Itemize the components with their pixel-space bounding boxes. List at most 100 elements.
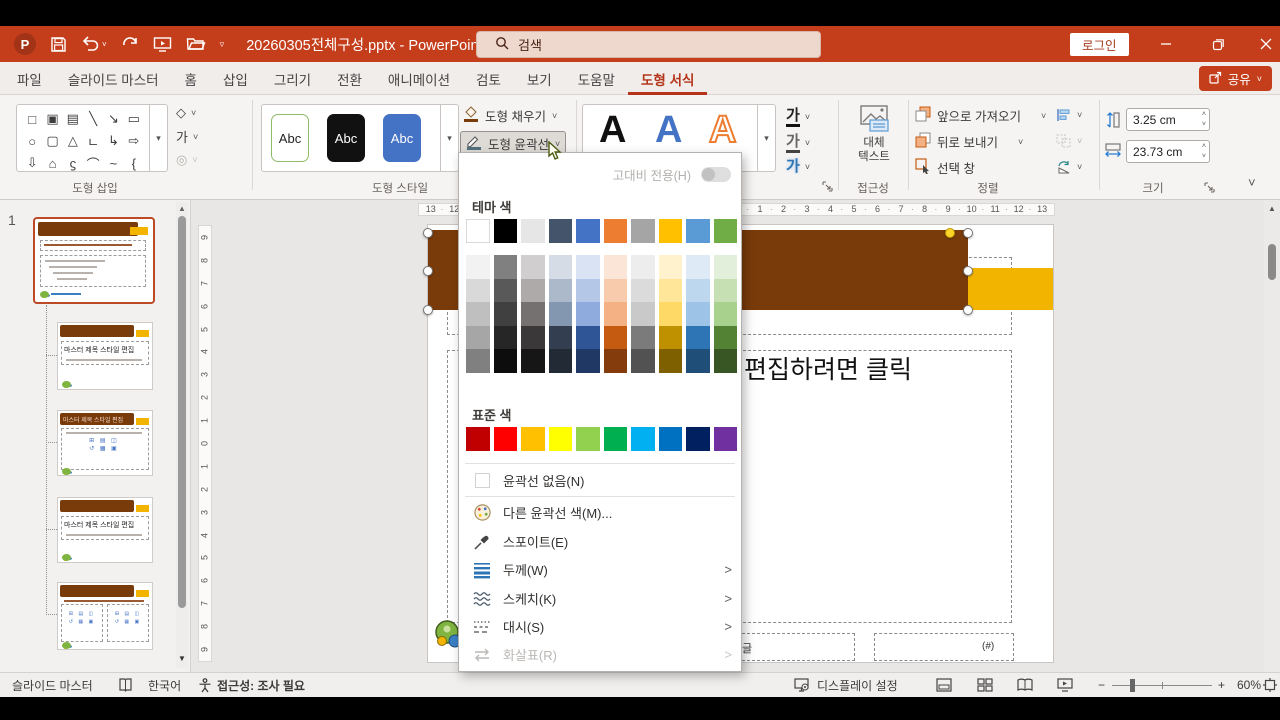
shape-icon[interactable]: { xyxy=(127,154,141,172)
theme-variant-swatch[interactable] xyxy=(576,325,600,350)
menu-item-no-outline[interactable]: 윤곽선 없음(N) xyxy=(459,466,743,495)
wordart-black[interactable]: A xyxy=(599,109,626,152)
powerpoint-logo-icon[interactable]: P xyxy=(14,33,36,55)
shape-icon[interactable]: ⌂ xyxy=(45,154,59,172)
theme-variant-swatch[interactable] xyxy=(658,349,682,373)
theme-variant-swatch[interactable] xyxy=(493,302,517,326)
layout-thumbnail[interactable]: 마스터 제목 스타일 편집 ⊞ ▤ ◫ ↺ ▦ ▣ xyxy=(57,410,153,476)
theme-variant-swatch[interactable] xyxy=(603,349,627,373)
theme-variant-swatch[interactable] xyxy=(658,255,682,279)
shape-height-input[interactable]: 3.25 cm ˄ ˅ xyxy=(1126,108,1210,131)
theme-variant-swatch[interactable] xyxy=(466,302,490,326)
shape-icon[interactable]: ▣ xyxy=(45,110,59,128)
shape-style-more-icon[interactable]: ▾ xyxy=(440,105,458,171)
login-button[interactable]: 로그인 xyxy=(1070,33,1129,56)
spellcheck-icon[interactable] xyxy=(118,673,133,697)
shape-style-light[interactable]: Abc xyxy=(271,114,309,162)
shape-icon[interactable]: △ xyxy=(66,132,80,150)
menu-item-eyedropper[interactable]: 스포이트(E) xyxy=(459,527,743,556)
theme-variant-swatch[interactable] xyxy=(493,255,517,279)
layout-thumbnail[interactable]: 마스터 제목 스타일 편집 xyxy=(57,322,153,390)
fit-to-window-icon[interactable] xyxy=(1263,673,1277,697)
theme-color-swatch[interactable] xyxy=(466,219,490,243)
theme-color-swatch[interactable] xyxy=(713,219,737,243)
theme-variant-swatch[interactable] xyxy=(548,255,572,279)
theme-variant-swatch[interactable] xyxy=(658,325,682,350)
theme-variant-swatch[interactable] xyxy=(713,302,737,326)
normal-view-icon[interactable] xyxy=(936,673,952,697)
shape-icon[interactable]: ϛ xyxy=(66,154,80,172)
theme-variant-swatch[interactable] xyxy=(466,325,490,350)
theme-variant-swatch[interactable] xyxy=(576,278,600,303)
theme-color-swatch[interactable] xyxy=(493,219,517,243)
menu-item-sketch[interactable]: 스케치(K) > xyxy=(459,584,743,613)
theme-variant-swatch[interactable] xyxy=(603,302,627,326)
accessibility-status[interactable]: 접근성: 조사 필요 xyxy=(217,673,305,697)
theme-variant-swatch[interactable] xyxy=(493,278,517,303)
edit-shape-button[interactable]: ◇ ˅ xyxy=(176,105,198,121)
standard-color-swatch[interactable] xyxy=(713,427,737,451)
close-button[interactable] xyxy=(1246,26,1280,62)
theme-variant-swatch[interactable] xyxy=(686,325,710,350)
shape-icon[interactable]: □ xyxy=(25,110,39,128)
high-contrast-toggle[interactable] xyxy=(701,166,731,182)
shape-icon[interactable]: ⌒ xyxy=(86,154,100,172)
shape-icon[interactable]: ╲ xyxy=(86,110,100,128)
shape-icon[interactable]: ⇨ xyxy=(127,132,141,150)
theme-variant-swatch[interactable] xyxy=(603,278,627,303)
height-stepper[interactable]: ˄ ˅ xyxy=(1202,110,1206,130)
text-fill-button[interactable]: 가 ˅ xyxy=(786,107,810,127)
zoom-slider[interactable] xyxy=(1112,673,1212,697)
text-outline-button[interactable]: 가 ˅ xyxy=(786,133,810,153)
tab-홈[interactable]: 홈 xyxy=(172,62,210,95)
theme-variant-swatch[interactable] xyxy=(658,302,682,326)
layout-thumbnail[interactable]: 마스터 제목 스타일 편집 xyxy=(57,497,153,563)
theme-variant-swatch[interactable] xyxy=(521,302,545,326)
size-dialog-launcher-icon[interactable] xyxy=(1204,180,1216,193)
group-objects-button[interactable]: ˅ xyxy=(1056,134,1082,148)
tab-파일[interactable]: 파일 xyxy=(4,62,55,95)
wordart-orange-outline[interactable]: A xyxy=(708,108,737,152)
save-icon[interactable] xyxy=(50,36,67,53)
theme-variant-swatch[interactable] xyxy=(631,325,655,350)
resize-handle[interactable] xyxy=(963,228,973,238)
view-name[interactable]: 슬라이드 마스터 xyxy=(12,673,93,697)
undo-icon[interactable]: ˅ xyxy=(81,35,107,53)
theme-variant-swatch[interactable] xyxy=(658,278,682,303)
reading-view-icon[interactable] xyxy=(1017,673,1033,697)
standard-color-swatch[interactable] xyxy=(576,427,600,451)
tab-보기[interactable]: 보기 xyxy=(514,62,565,95)
redo-icon[interactable] xyxy=(121,36,139,53)
standard-color-swatch[interactable] xyxy=(686,427,710,451)
theme-variant-swatch[interactable] xyxy=(521,325,545,350)
theme-variant-swatch[interactable] xyxy=(686,278,710,303)
theme-variant-swatch[interactable] xyxy=(548,278,572,303)
wordart-dialog-launcher-icon[interactable] xyxy=(822,179,834,192)
qat-customize-icon[interactable]: ▿ xyxy=(220,39,225,50)
canvas-scroll-up-icon[interactable]: ▲ xyxy=(1268,204,1276,213)
shape-icon[interactable]: ~ xyxy=(106,154,120,172)
shape-icon[interactable]: ▢ xyxy=(45,132,59,150)
shape-style-dark[interactable]: Abc xyxy=(327,114,365,162)
theme-variant-swatch[interactable] xyxy=(576,349,600,373)
shape-fill-button[interactable]: 도형 채우기 ˅ xyxy=(463,106,557,125)
shape-icon[interactable]: ㄴ xyxy=(86,132,100,150)
theme-color-swatch[interactable] xyxy=(521,219,545,243)
scroll-up-icon[interactable]: ▲ xyxy=(178,204,186,213)
shape-gallery[interactable]: □ ▣ ▤ ╲ ↘ ▭ ○ ▢ △ ㄴ ↳ ⇨ ⇩ ⌂ ϛ ⌒ ~ { ▾ xyxy=(16,104,168,172)
draw-textbox-button[interactable]: 가 ˅ xyxy=(176,127,198,146)
tab-그리기[interactable]: 그리기 xyxy=(261,62,324,95)
zoom-out-button[interactable]: − xyxy=(1098,673,1105,697)
theme-variant-swatch[interactable] xyxy=(466,349,490,373)
merge-shapes-button[interactable]: ◎ ˅ xyxy=(176,152,198,168)
shape-icon[interactable]: ↳ xyxy=(106,132,120,150)
resize-handle[interactable] xyxy=(423,305,433,315)
menu-item-arrows[interactable]: 화살표(R) > xyxy=(459,640,743,669)
tab-슬라이드 마스터[interactable]: 슬라이드 마스터 xyxy=(55,62,172,95)
search-input[interactable]: 검색 xyxy=(476,31,821,58)
theme-variant-swatch[interactable] xyxy=(686,349,710,373)
shape-icon[interactable]: ▤ xyxy=(66,110,80,128)
wordart-blue[interactable]: A xyxy=(655,109,682,152)
standard-color-swatch[interactable] xyxy=(493,427,517,451)
theme-variant-swatch[interactable] xyxy=(521,255,545,279)
